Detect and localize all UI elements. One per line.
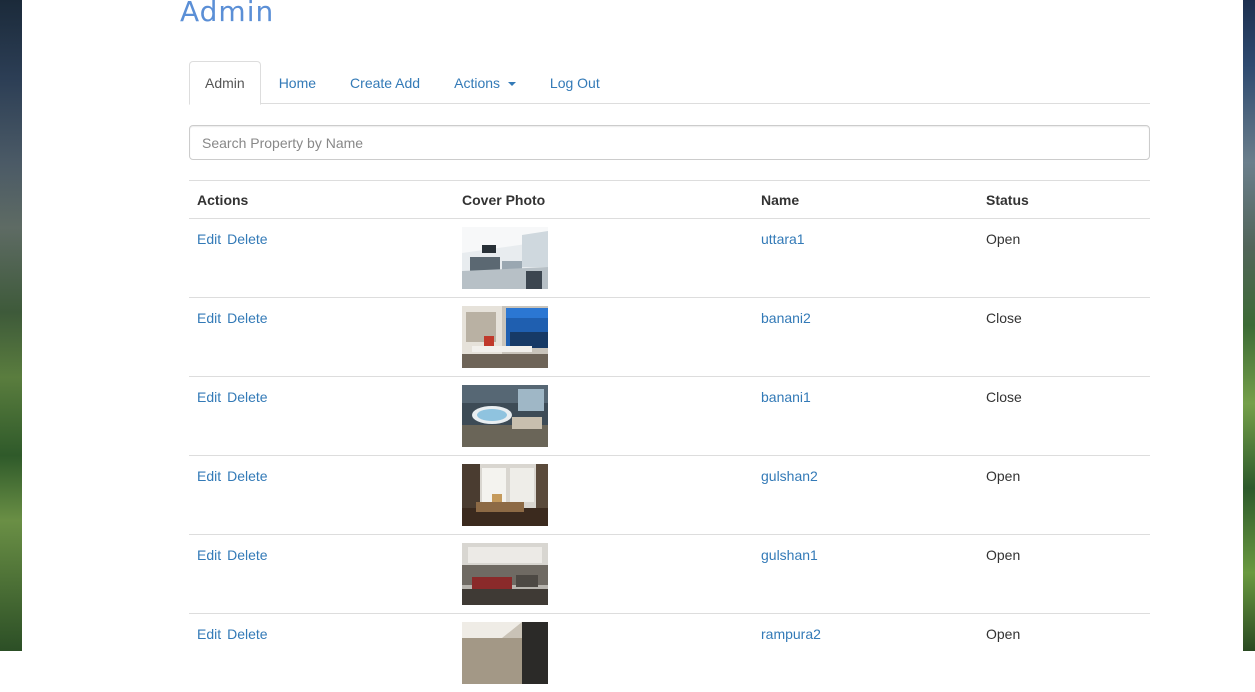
table-row: Edit Delete xyxy=(189,456,1150,535)
property-name-link[interactable]: gulshan1 xyxy=(761,547,818,563)
edit-link[interactable]: Edit xyxy=(197,547,221,563)
cover-photo xyxy=(462,227,548,289)
cover-photo-cell xyxy=(454,298,753,377)
cover-photo-cell xyxy=(454,535,753,614)
actions-cell: Edit Delete xyxy=(189,219,454,298)
edit-link[interactable]: Edit xyxy=(197,468,221,484)
tab-log-out[interactable]: Log Out xyxy=(534,61,616,103)
delete-link[interactable]: Delete xyxy=(227,468,267,484)
property-name-link[interactable]: uttara1 xyxy=(761,231,805,247)
cover-photo xyxy=(462,306,548,368)
table-row: EditDelete rampura2 Ope xyxy=(189,614,1150,692)
cover-photo-cell xyxy=(454,614,753,692)
status-cell: Open xyxy=(978,535,1150,614)
background-image-left xyxy=(0,0,22,651)
status-cell: Open xyxy=(978,614,1150,692)
search-input[interactable] xyxy=(189,125,1150,160)
status-cell: Close xyxy=(978,298,1150,377)
actions-cell: Edit Delete xyxy=(189,298,454,377)
name-cell: gulshan2 xyxy=(753,456,978,535)
status-cell: Open xyxy=(978,219,1150,298)
name-cell: gulshan1 xyxy=(753,535,978,614)
property-table: Actions Cover Photo Name Status Edit Dele… xyxy=(189,180,1150,692)
actions-cell: Edit Delete xyxy=(189,456,454,535)
edit-link[interactable]: Edit xyxy=(197,231,221,247)
tab-actions-label: Actions xyxy=(454,75,500,91)
cover-photo xyxy=(462,622,548,684)
tab-actions-dropdown[interactable]: Actions xyxy=(438,61,532,103)
edit-link[interactable]: Edit xyxy=(197,389,221,405)
background-image-right xyxy=(1243,0,1255,651)
edit-link[interactable]: Edit xyxy=(197,310,221,326)
header-cover-photo: Cover Photo xyxy=(454,181,753,219)
cover-photo xyxy=(462,543,548,605)
name-cell: uttara1 xyxy=(753,219,978,298)
delete-link[interactable]: Delete xyxy=(227,389,267,405)
name-cell: rampura2 xyxy=(753,614,978,692)
cover-photo-cell xyxy=(454,377,753,456)
page-title: Admin xyxy=(180,0,274,32)
property-name-link[interactable]: banani1 xyxy=(761,389,811,405)
property-name-link[interactable]: banani2 xyxy=(761,310,811,326)
cover-photo-cell xyxy=(454,456,753,535)
tab-home[interactable]: Home xyxy=(263,61,332,103)
actions-cell: Edit Delete xyxy=(189,614,454,692)
property-name-link[interactable]: rampura2 xyxy=(761,626,821,642)
table-row: Edit Delete xyxy=(189,219,1150,298)
header-name: Name xyxy=(753,181,978,219)
header-actions: Actions xyxy=(189,181,454,219)
caret-down-icon xyxy=(508,82,516,86)
property-name-link[interactable]: gulshan2 xyxy=(761,468,818,484)
tab-admin[interactable]: Admin xyxy=(189,61,261,105)
cover-photo xyxy=(462,464,548,526)
table-header-row: Actions Cover Photo Name Status xyxy=(189,181,1150,219)
name-cell: banani1 xyxy=(753,377,978,456)
actions-cell: Edit Delete xyxy=(189,377,454,456)
delete-link[interactable]: Delete xyxy=(227,547,267,563)
nav-tabs: Admin Home Create Add Actions Log Out xyxy=(189,61,1150,104)
delete-link[interactable]: Delete xyxy=(227,231,267,247)
edit-link[interactable]: Edit xyxy=(197,626,221,642)
delete-link[interactable]: Delete xyxy=(227,626,267,642)
cover-photo-cell xyxy=(454,219,753,298)
header-status: Status xyxy=(978,181,1150,219)
cover-photo xyxy=(462,385,548,447)
delete-link[interactable]: Delete xyxy=(227,310,267,326)
status-cell: Open xyxy=(978,456,1150,535)
status-cell: Close xyxy=(978,377,1150,456)
table-row: Edit Delete xyxy=(189,298,1150,377)
tab-create-add[interactable]: Create Add xyxy=(334,61,436,103)
table-row: Edit Delete xyxy=(189,377,1150,456)
table-row: Edit Delete xyxy=(189,535,1150,614)
actions-cell: Edit Delete xyxy=(189,535,454,614)
name-cell: banani2 xyxy=(753,298,978,377)
